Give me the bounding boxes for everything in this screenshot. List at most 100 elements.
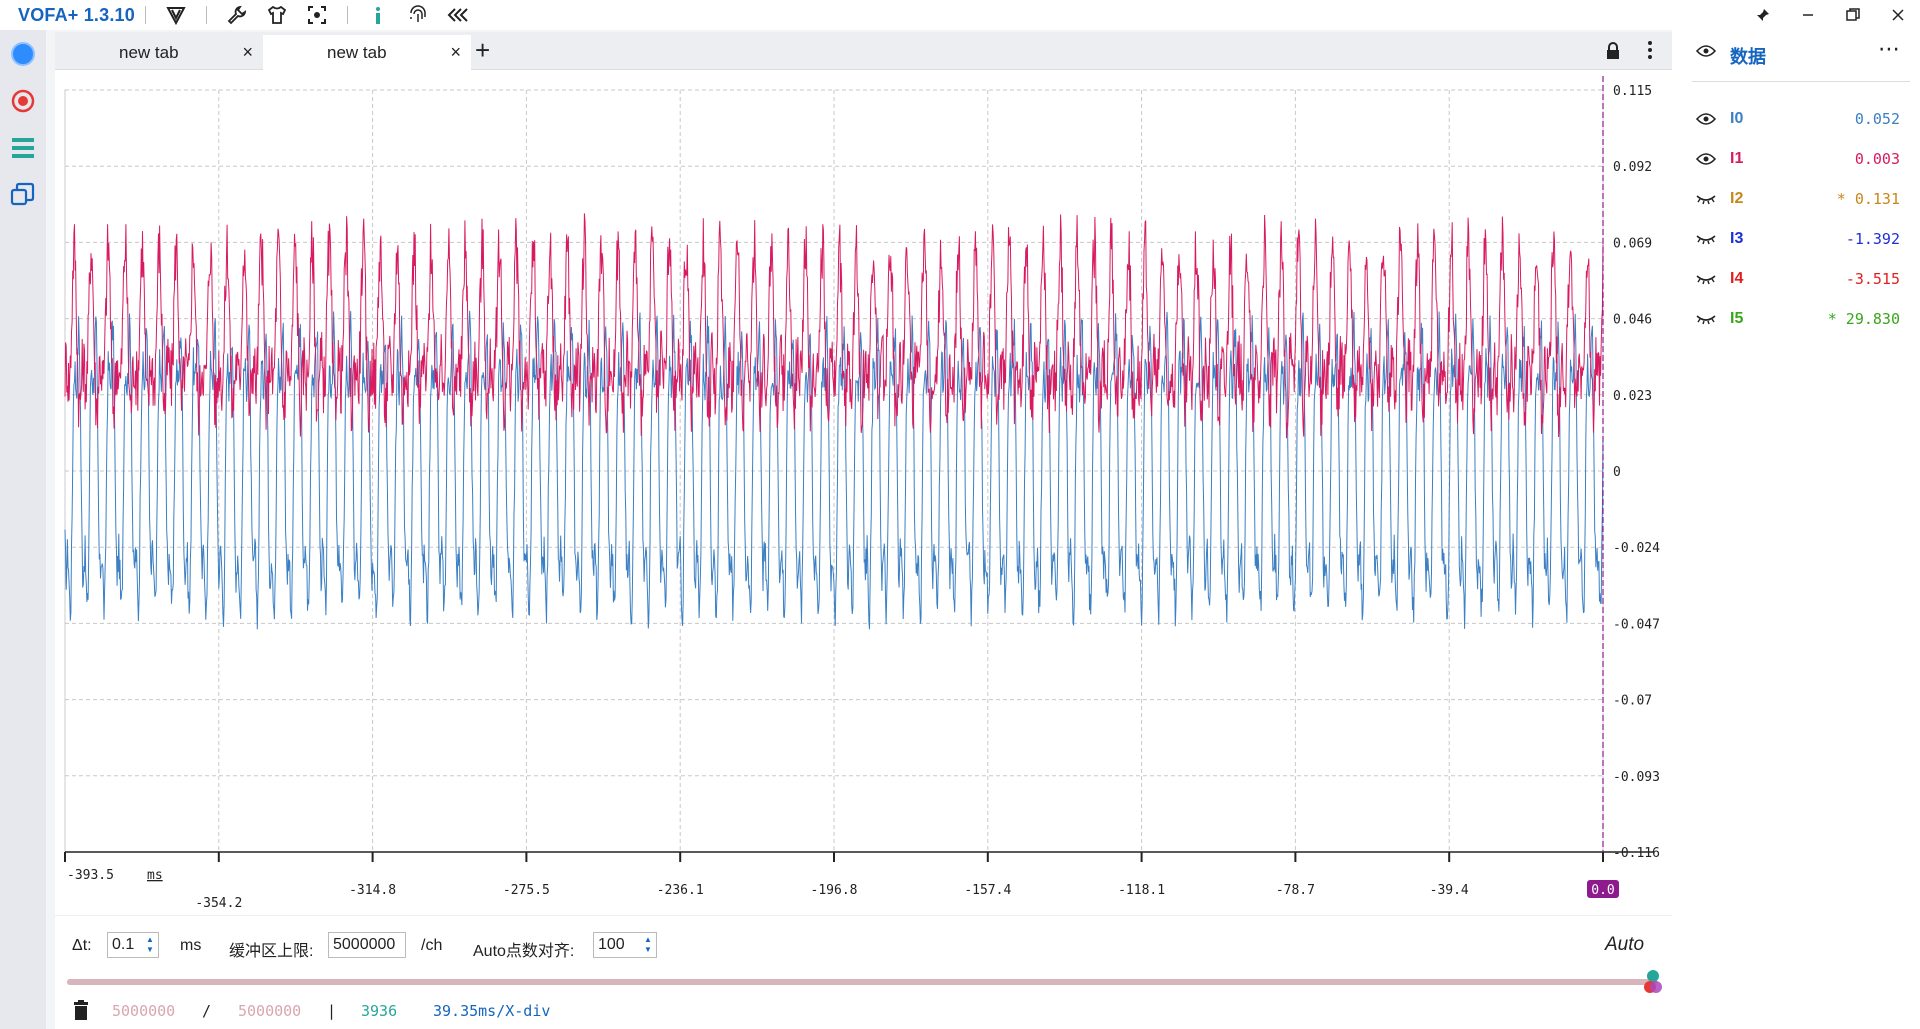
channel-name: I0 xyxy=(1730,110,1744,127)
x-tick-label: -39.4 xyxy=(1430,883,1469,898)
dt-value: 0.1 xyxy=(112,936,135,953)
lock-icon[interactable] xyxy=(1605,42,1621,65)
channel-value: * 29.830 xyxy=(1827,310,1900,328)
dt-label: Δt: xyxy=(72,937,92,954)
logo-v-icon[interactable] xyxy=(164,3,188,27)
more-vertical-icon[interactable] xyxy=(1647,40,1653,65)
channel-name: I3 xyxy=(1730,230,1744,247)
shirt-icon[interactable] xyxy=(265,3,289,27)
y-tick-label: 0.069 xyxy=(1613,236,1652,251)
minimize-icon[interactable] xyxy=(1785,0,1830,30)
y-tick-label: 0.023 xyxy=(1613,389,1652,404)
toolbar-divider xyxy=(144,6,146,24)
channel-value: -1.392 xyxy=(1845,230,1900,248)
channel-row-i0[interactable]: I0 0.052 xyxy=(1692,104,1910,134)
buffer-used: 5000000 xyxy=(112,1002,176,1020)
tab-bar: new tab × new tab × + xyxy=(55,32,1672,70)
channel-row-i4[interactable]: I4 -3.515 xyxy=(1692,264,1910,294)
channel-row-i5[interactable]: I5 * 29.830 xyxy=(1692,304,1910,334)
y-tick-label: -0.024 xyxy=(1613,541,1660,556)
panel-divider xyxy=(1692,81,1910,82)
eye-closed-icon[interactable] xyxy=(1696,272,1716,291)
record-icon[interactable] xyxy=(9,87,37,115)
trash-icon[interactable] xyxy=(72,1000,90,1024)
eye-icon[interactable] xyxy=(1695,152,1717,171)
screenshot-icon[interactable] xyxy=(305,3,329,27)
title-bar: VOFA+ 1.3.10 xyxy=(0,0,1920,30)
channel-row-i1[interactable]: I1 0.003 xyxy=(1692,144,1910,174)
window-controls xyxy=(1740,0,1920,30)
time-scale: 39.35ms/X-div xyxy=(433,1002,551,1020)
y-tick-label: 0.092 xyxy=(1613,160,1652,175)
x-tick-label: -314.8 xyxy=(349,883,396,898)
tab-new-tab-2[interactable]: new tab × xyxy=(263,35,471,70)
eye-icon[interactable] xyxy=(1695,44,1717,63)
buffer-input[interactable]: 5000000 xyxy=(328,932,406,958)
tab-new-tab-1[interactable]: new tab × xyxy=(55,35,263,70)
waveform-plot[interactable]: 0.115 0.092 0.069 0.046 0.023 0 -0.024 -0.047 -0… xyxy=(55,70,1672,915)
windows-icon[interactable] xyxy=(9,180,37,208)
buffer-unit: /ch xyxy=(421,937,443,954)
slider-handle[interactable] xyxy=(1643,970,1663,994)
eye-closed-icon[interactable] xyxy=(1696,192,1716,211)
left-sidebar xyxy=(0,30,46,1029)
y-tick-label: 0 xyxy=(1613,465,1621,480)
auto-align-stepper[interactable]: 100 ▲ ▼ xyxy=(593,932,657,958)
history-slider-fill xyxy=(67,979,1657,985)
wrench-icon[interactable] xyxy=(225,3,249,27)
info-icon[interactable] xyxy=(366,3,390,27)
toolbar-divider xyxy=(205,6,207,24)
tab-label: new tab xyxy=(327,42,387,62)
dt-stepper[interactable]: 0.1 ▲ ▼ xyxy=(107,932,159,958)
auto-align-label: Auto点数对齐: xyxy=(473,943,575,960)
channel-value: 0.003 xyxy=(1854,150,1900,168)
channel-name: I5 xyxy=(1730,310,1744,327)
y-tick-label: -0.116 xyxy=(1613,846,1660,861)
channel-value: -3.515 xyxy=(1845,270,1900,288)
buffer-value: 5000000 xyxy=(333,936,396,953)
pin-icon[interactable] xyxy=(1740,0,1785,30)
y-tick-label: -0.093 xyxy=(1613,770,1660,785)
spin-arrows-icon[interactable]: ▲ ▼ xyxy=(644,935,654,955)
channel-name: I4 xyxy=(1730,270,1744,287)
x-tick-label: -354.2 xyxy=(195,896,242,911)
spin-arrows-icon[interactable]: ▲ ▼ xyxy=(146,935,156,955)
list-icon[interactable] xyxy=(9,134,37,162)
maximize-icon[interactable] xyxy=(1830,0,1875,30)
x-unit-label: ms xyxy=(147,868,163,883)
eye-closed-icon[interactable] xyxy=(1696,232,1716,251)
x-tick-label: -78.7 xyxy=(1276,883,1315,898)
add-tab-button[interactable]: + xyxy=(475,35,490,65)
x-tick-label: -275.5 xyxy=(503,883,550,898)
eye-icon[interactable] xyxy=(1695,112,1717,131)
toolbar-divider xyxy=(346,6,348,24)
close-icon[interactable] xyxy=(1875,0,1920,30)
status-separator: | xyxy=(327,1002,337,1020)
x-tick-label: 0.0 xyxy=(1591,883,1614,898)
tab-close-icon[interactable]: × xyxy=(242,42,253,63)
channel-row-i3[interactable]: I3 -1.392 xyxy=(1692,224,1910,254)
panel-more-icon[interactable]: ⋯ xyxy=(1878,36,1900,62)
x-tick-label: -118.1 xyxy=(1118,883,1165,898)
fingerprint-icon[interactable] xyxy=(406,3,430,27)
channel-name: I2 xyxy=(1730,190,1744,207)
dt-unit: ms xyxy=(180,937,202,954)
y-tick-label: -0.07 xyxy=(1613,694,1652,709)
eye-closed-icon[interactable] xyxy=(1696,312,1716,331)
buffer-label: 缓冲区上限: xyxy=(229,943,314,960)
x-tick-label: -157.4 xyxy=(964,883,1011,898)
app-title: VOFA+ 1.3.10 xyxy=(18,4,135,25)
connect-dot-icon[interactable] xyxy=(9,40,37,68)
channel-value: * 0.131 xyxy=(1836,190,1900,208)
collapse-icon[interactable] xyxy=(446,3,470,27)
y-tick-label: 0.046 xyxy=(1613,313,1652,328)
x-tick-label: -393.5 xyxy=(67,868,114,883)
channel-row-i2[interactable]: I2 * 0.131 xyxy=(1692,184,1910,214)
y-tick-label: -0.047 xyxy=(1613,617,1660,632)
chart-svg[interactable]: 0.115 0.092 0.069 0.046 0.023 0 -0.024 -0.047 -0… xyxy=(55,70,1672,915)
tab-close-icon[interactable]: × xyxy=(450,42,461,63)
channel-name: I1 xyxy=(1730,150,1744,167)
auto-button[interactable]: Auto xyxy=(1605,934,1644,956)
buffer-total: 5000000 xyxy=(238,1002,302,1020)
y-tick-label: 0.115 xyxy=(1613,84,1652,99)
